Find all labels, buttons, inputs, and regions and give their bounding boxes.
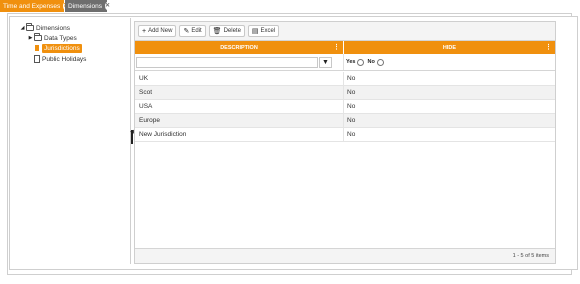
dimension-tree: ◢ Dimensions ▶ Data Types Jurisdictions … xyxy=(16,18,131,264)
trash-icon: 🗑 xyxy=(212,28,222,35)
tree-node-label: Data Types xyxy=(44,34,77,42)
excel-label: Excel xyxy=(260,28,276,34)
tree-node-label: Dimensions xyxy=(36,24,70,32)
yes-radio-label: Yes xyxy=(346,59,356,65)
pencil-icon: ✎ xyxy=(183,28,190,35)
description-cell: Europe xyxy=(135,114,345,127)
folder-icon xyxy=(26,23,34,31)
no-radio[interactable] xyxy=(376,58,384,66)
excel-icon: ▤ xyxy=(251,28,259,35)
tab-dimensions[interactable]: Dimensions ✕ xyxy=(65,0,110,12)
add-new-button[interactable]: + Add New xyxy=(138,25,177,37)
table-row[interactable]: UK No xyxy=(135,72,555,86)
tree-node-jurisdictions[interactable]: Jurisdictions xyxy=(34,43,82,53)
grid-toolbar: + Add New ✎ Edit 🗑 Delete ▤ Excel xyxy=(135,22,555,41)
column-menu-icon[interactable]: ⋮ xyxy=(545,43,552,51)
tree-node-public-holidays[interactable]: Public Holidays xyxy=(34,54,86,64)
file-icon xyxy=(34,44,40,52)
add-new-label: Add New xyxy=(148,28,173,34)
tree-node-label: Jurisdictions xyxy=(42,43,82,53)
description-cell: New Jurisdiction xyxy=(135,128,345,141)
jurisdictions-grid: + Add New ✎ Edit 🗑 Delete ▤ Excel DESCRI… xyxy=(134,21,556,264)
delete-label: Delete xyxy=(223,28,241,34)
tree-node-data-types[interactable]: ▶ Data Types xyxy=(27,33,77,43)
table-row[interactable]: USA No xyxy=(135,100,555,114)
splitter-handle[interactable] xyxy=(131,130,133,144)
filter-row: ▼ Yes No xyxy=(135,54,555,71)
grid-header: DESCRIPTION ⋮ HIDE ⋮ xyxy=(135,41,555,54)
tree-node-label: Public Holidays xyxy=(42,55,87,63)
edit-label: Edit xyxy=(191,28,202,34)
filter-cell-description: ▼ xyxy=(135,54,344,70)
description-cell: USA xyxy=(135,100,345,113)
grid-rows: UK No Scot No USA No Europe No New Juris… xyxy=(135,72,555,142)
edit-button[interactable]: ✎ Edit xyxy=(179,25,206,37)
column-header-label: DESCRIPTION xyxy=(220,44,258,51)
table-row[interactable]: Europe No xyxy=(135,114,555,128)
file-icon xyxy=(34,55,40,63)
column-header-label: HIDE xyxy=(442,44,457,51)
hide-cell: No xyxy=(347,117,356,124)
tab-time-and-expenses[interactable]: Time and Expenses ✕ xyxy=(0,0,69,12)
tab-label: Dimensions xyxy=(68,2,102,10)
tab-label: Time and Expenses xyxy=(3,2,61,10)
no-radio-label: No xyxy=(367,59,375,65)
pager-info: 1 - 5 of 5 items xyxy=(512,253,549,259)
description-cell: UK xyxy=(135,72,345,85)
tree-node-dimensions[interactable]: ◢ Dimensions xyxy=(19,23,70,33)
grid-pager: 1 - 5 of 5 items xyxy=(135,248,555,263)
collapse-arrow-icon[interactable]: ▶ xyxy=(27,35,34,41)
yes-radio[interactable] xyxy=(357,58,365,66)
table-row[interactable]: Scot No xyxy=(135,86,555,100)
table-row[interactable]: New Jurisdiction No xyxy=(135,128,555,142)
tab-bar: Time and Expenses ✕ Dimensions ✕ xyxy=(0,0,580,13)
description-cell: Scot xyxy=(135,86,345,99)
hide-cell: No xyxy=(347,89,356,96)
hide-cell: No xyxy=(347,131,356,138)
column-header-description[interactable]: DESCRIPTION ⋮ xyxy=(135,41,344,54)
delete-button[interactable]: 🗑 Delete xyxy=(208,25,245,37)
hide-cell: No xyxy=(347,75,356,82)
column-header-hide[interactable]: HIDE ⋮ xyxy=(344,41,555,54)
column-menu-icon[interactable]: ⋮ xyxy=(333,43,340,51)
hide-cell: No xyxy=(347,103,356,110)
plus-icon: + xyxy=(142,27,147,35)
filter-icon[interactable]: ▼ xyxy=(319,57,332,68)
excel-button[interactable]: ▤ Excel xyxy=(247,25,280,37)
close-icon[interactable]: ✕ xyxy=(104,2,110,10)
description-filter-input[interactable] xyxy=(136,57,318,68)
folder-icon xyxy=(34,33,42,41)
filter-cell-hide: Yes No xyxy=(344,54,555,70)
expand-arrow-icon[interactable]: ◢ xyxy=(19,25,26,31)
